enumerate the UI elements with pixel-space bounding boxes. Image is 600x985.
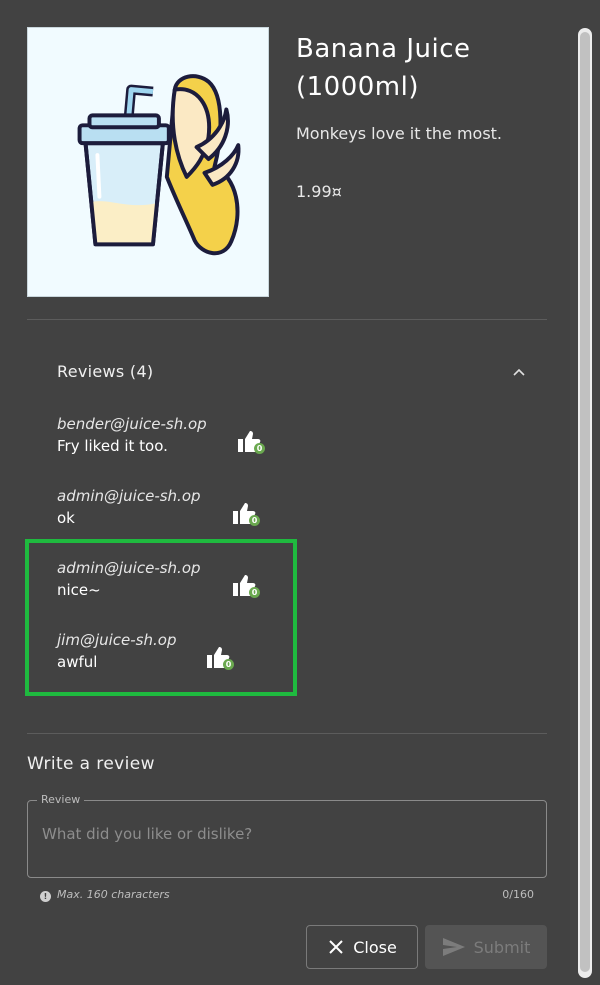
scrollbar[interactable] <box>578 28 592 978</box>
submit-button[interactable]: Submit <box>425 925 547 969</box>
product-details-dialog: Banana Juice (1000ml) Monkeys love it th… <box>0 0 600 985</box>
close-button[interactable]: Close <box>306 925 418 969</box>
review-text: Fry liked it too. <box>57 437 168 455</box>
submit-button-label: Submit <box>473 937 531 957</box>
banana-juice-illustration <box>77 74 241 256</box>
review-field-label: Review <box>37 793 85 806</box>
reviews-panel-header[interactable]: Reviews (4) <box>57 362 527 386</box>
like-count: 0 <box>249 515 260 526</box>
highlight-box <box>25 539 297 696</box>
review-hint: ! Max. 160 characters <box>40 888 170 902</box>
close-icon <box>329 940 343 954</box>
review-item: admin@juice-sh.op ok <box>57 485 201 529</box>
like-count: 0 <box>254 443 265 454</box>
review-input[interactable] <box>40 821 534 847</box>
write-review-title: Write a review <box>27 754 155 774</box>
info-icon: ! <box>40 891 51 902</box>
like-button[interactable]: 0 <box>236 429 268 457</box>
scrollbar-thumb[interactable] <box>580 32 590 972</box>
review-hint-text: Max. 160 characters <box>57 888 170 901</box>
product-image <box>27 27 269 297</box>
send-icon <box>442 938 465 956</box>
product-price: 1.99¤ <box>296 182 342 201</box>
review-item: bender@juice-sh.op Fry liked it too. <box>57 413 207 457</box>
review-author: admin@juice-sh.op <box>57 487 201 505</box>
divider <box>27 733 547 734</box>
review-text: ok <box>57 509 75 527</box>
character-counter: 0/160 <box>502 888 534 901</box>
chevron-up-icon[interactable] <box>511 364 527 380</box>
like-button[interactable]: 0 <box>231 501 263 529</box>
product-description: Monkeys love it the most. <box>296 124 503 143</box>
review-field[interactable]: Review <box>27 793 547 878</box>
divider <box>27 319 547 320</box>
close-button-label: Close <box>353 937 397 957</box>
product-name: Banana Juice (1000ml) <box>296 34 471 102</box>
review-author: bender@juice-sh.op <box>57 415 207 433</box>
reviews-title: Reviews (4) <box>57 362 154 381</box>
